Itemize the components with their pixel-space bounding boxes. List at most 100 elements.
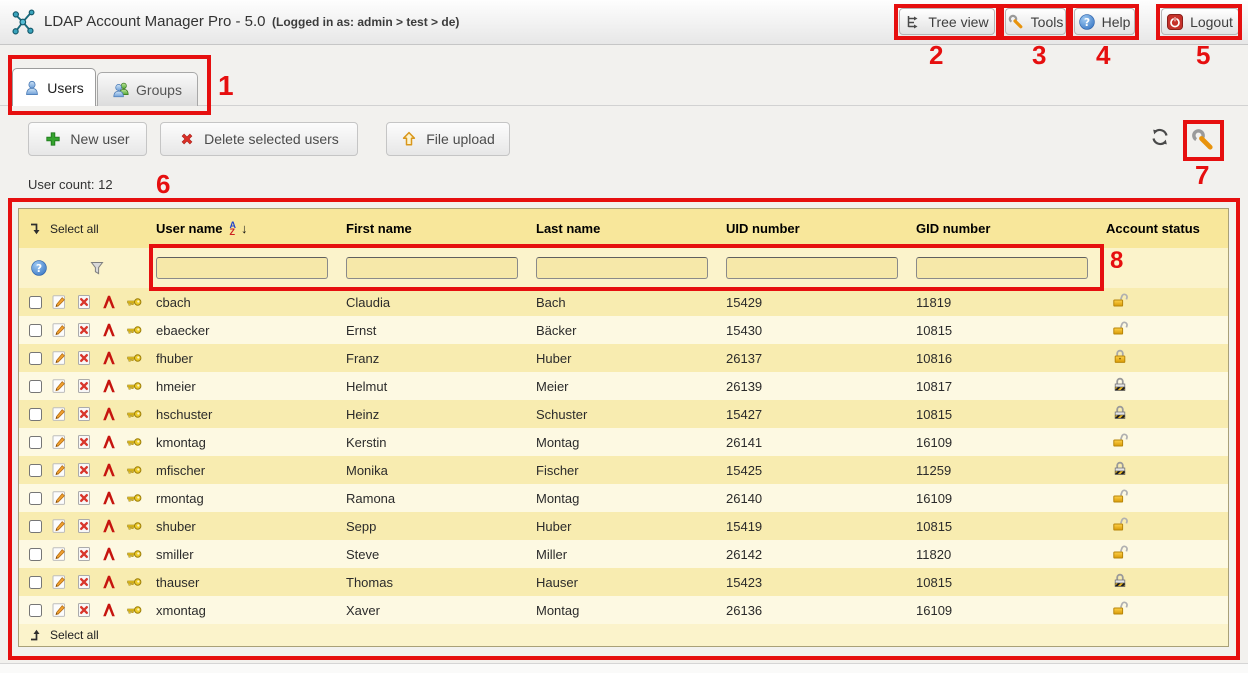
filter-input-uid-number[interactable]	[726, 257, 898, 279]
row-checkbox[interactable]	[29, 576, 42, 589]
row-checkbox[interactable]	[29, 520, 42, 533]
edit-user-icon[interactable]	[51, 378, 67, 394]
edit-user-icon[interactable]	[51, 350, 67, 366]
row-checkbox[interactable]	[29, 464, 42, 477]
password-key-icon[interactable]	[126, 574, 142, 590]
password-key-icon[interactable]	[126, 490, 142, 506]
select-all-down-icon[interactable]	[29, 222, 43, 236]
pdf-export-icon[interactable]	[101, 602, 117, 618]
tree-view-button[interactable]: Tree view	[899, 8, 995, 35]
logout-button[interactable]: Logout	[1161, 8, 1239, 35]
partially-locked-icon[interactable]	[1112, 460, 1128, 476]
unlocked-icon[interactable]	[1112, 544, 1128, 560]
edit-user-icon[interactable]	[51, 462, 67, 478]
row-checkbox[interactable]	[29, 436, 42, 449]
edit-user-icon[interactable]	[51, 294, 67, 310]
row-checkbox[interactable]	[29, 408, 42, 421]
unlocked-icon[interactable]	[1112, 320, 1128, 336]
user-name-cell[interactable]: kmontag	[154, 435, 344, 450]
column-header-first-name[interactable]: First name	[344, 221, 534, 236]
password-key-icon[interactable]	[126, 322, 142, 338]
filter-help-icon[interactable]	[31, 260, 47, 276]
delete-selected-users-button[interactable]: Delete selected users	[160, 122, 358, 156]
user-name-cell[interactable]: hmeier	[154, 379, 344, 394]
edit-user-icon[interactable]	[51, 546, 67, 562]
sort-az-icon[interactable]: AZ	[229, 222, 236, 236]
filter-input-first-name[interactable]	[346, 257, 518, 279]
pdf-export-icon[interactable]	[101, 378, 117, 394]
edit-user-icon[interactable]	[51, 406, 67, 422]
user-name-cell[interactable]: smiller	[154, 547, 344, 562]
edit-user-icon[interactable]	[51, 322, 67, 338]
delete-user-icon[interactable]	[76, 378, 92, 394]
pdf-export-icon[interactable]	[101, 462, 117, 478]
edit-user-icon[interactable]	[51, 434, 67, 450]
help-button[interactable]: Help	[1074, 8, 1135, 35]
delete-user-icon[interactable]	[76, 322, 92, 338]
user-name-cell[interactable]: mfischer	[154, 463, 344, 478]
user-name-cell[interactable]: ebaecker	[154, 323, 344, 338]
password-key-icon[interactable]	[126, 406, 142, 422]
select-all-bottom-link[interactable]: Select all	[50, 628, 99, 642]
user-name-cell[interactable]: xmontag	[154, 603, 344, 618]
password-key-icon[interactable]	[126, 350, 142, 366]
user-name-cell[interactable]: rmontag	[154, 491, 344, 506]
pdf-export-icon[interactable]	[101, 350, 117, 366]
password-key-icon[interactable]	[126, 294, 142, 310]
delete-user-icon[interactable]	[76, 434, 92, 450]
filter-input-last-name[interactable]	[536, 257, 708, 279]
select-all-up-icon[interactable]	[29, 628, 43, 642]
unlocked-icon[interactable]	[1112, 292, 1128, 308]
password-key-icon[interactable]	[126, 378, 142, 394]
row-checkbox[interactable]	[29, 352, 42, 365]
pdf-export-icon[interactable]	[101, 546, 117, 562]
delete-user-icon[interactable]	[76, 462, 92, 478]
user-name-cell[interactable]: thauser	[154, 575, 344, 590]
user-name-cell[interactable]: hschuster	[154, 407, 344, 422]
tab-users[interactable]: Users	[12, 68, 96, 106]
delete-user-icon[interactable]	[76, 294, 92, 310]
row-checkbox[interactable]	[29, 492, 42, 505]
delete-user-icon[interactable]	[76, 518, 92, 534]
filter-input-gid-number[interactable]	[916, 257, 1088, 279]
tools-button[interactable]: Tools	[1005, 8, 1066, 35]
partially-locked-icon[interactable]	[1112, 404, 1128, 420]
pdf-export-icon[interactable]	[101, 574, 117, 590]
row-checkbox[interactable]	[29, 604, 42, 617]
password-key-icon[interactable]	[126, 434, 142, 450]
pdf-export-icon[interactable]	[101, 518, 117, 534]
row-checkbox[interactable]	[29, 296, 42, 309]
locked-icon[interactable]	[1112, 348, 1128, 364]
pdf-export-icon[interactable]	[101, 434, 117, 450]
new-user-button[interactable]: New user	[28, 122, 147, 156]
password-key-icon[interactable]	[126, 518, 142, 534]
pdf-export-icon[interactable]	[101, 490, 117, 506]
delete-user-icon[interactable]	[76, 602, 92, 618]
tab-groups[interactable]: Groups	[97, 72, 198, 106]
unlocked-icon[interactable]	[1112, 600, 1128, 616]
filter-input-user-name[interactable]	[156, 257, 328, 279]
column-header-gid-number[interactable]: GID number	[914, 221, 1104, 236]
pdf-export-icon[interactable]	[101, 406, 117, 422]
user-name-cell[interactable]: cbach	[154, 295, 344, 310]
password-key-icon[interactable]	[126, 602, 142, 618]
delete-user-icon[interactable]	[76, 546, 92, 562]
column-header-last-name[interactable]: Last name	[534, 221, 724, 236]
delete-user-icon[interactable]	[76, 406, 92, 422]
edit-user-icon[interactable]	[51, 518, 67, 534]
delete-user-icon[interactable]	[76, 350, 92, 366]
user-name-cell[interactable]: shuber	[154, 519, 344, 534]
edit-user-icon[interactable]	[51, 602, 67, 618]
file-upload-button[interactable]: File upload	[386, 122, 510, 156]
password-key-icon[interactable]	[126, 462, 142, 478]
filter-funnel-icon[interactable]	[89, 260, 105, 276]
edit-user-icon[interactable]	[51, 490, 67, 506]
select-all-top-link[interactable]: Select all	[50, 222, 99, 236]
settings-wrench-icon[interactable]	[1191, 128, 1215, 152]
unlocked-icon[interactable]	[1112, 488, 1128, 504]
row-checkbox[interactable]	[29, 380, 42, 393]
pdf-export-icon[interactable]	[101, 322, 117, 338]
partially-locked-icon[interactable]	[1112, 572, 1128, 588]
password-key-icon[interactable]	[126, 546, 142, 562]
column-header-user-name[interactable]: User name AZ ↓	[154, 221, 344, 236]
